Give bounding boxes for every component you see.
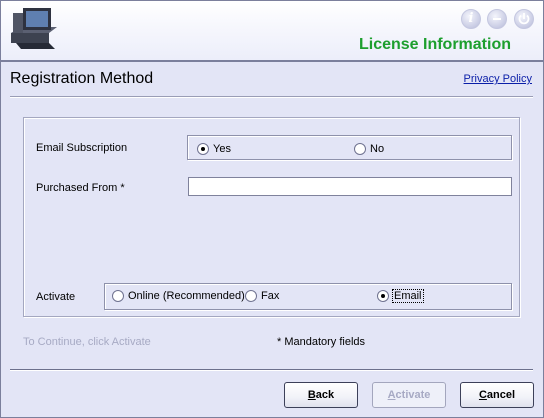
purchased-from-label: Purchased From * (36, 182, 125, 194)
dialog-header: i License Information (1, 1, 543, 60)
email-subscription-label: Email Subscription (36, 142, 128, 154)
footer-divider (10, 369, 533, 371)
radio-label: Email (392, 289, 424, 303)
activate-fax-radio[interactable]: Fax (245, 290, 279, 302)
email-subscription-no-radio[interactable]: No (354, 143, 384, 155)
power-icon[interactable] (514, 9, 534, 29)
purchased-from-input[interactable] (188, 177, 512, 196)
radio-checked-icon (197, 143, 209, 155)
cancel-button[interactable]: Cancel (460, 382, 534, 408)
radio-unchecked-icon (354, 143, 366, 155)
activate-button-mnemonic: A (387, 389, 396, 401)
activate-button-label: ctivate (395, 389, 431, 401)
activate-online-radio[interactable]: Online (Recommended) (112, 290, 245, 302)
radio-label: No (370, 143, 385, 155)
back-button-label: ack (315, 389, 335, 401)
page-title: Registration Method (10, 70, 154, 87)
mandatory-fields-note: * Mandatory fields (277, 336, 366, 348)
radio-label: Yes (213, 143, 231, 155)
cancel-button-mnemonic: C (478, 389, 487, 401)
radio-unchecked-icon (245, 290, 257, 302)
title-divider (10, 96, 533, 98)
activate-label: Activate (36, 291, 76, 303)
back-button[interactable]: Back (284, 382, 358, 408)
radio-checked-icon (377, 290, 389, 302)
radio-unchecked-icon (112, 290, 124, 302)
header-divider (1, 60, 543, 62)
radio-label: Fax (261, 290, 280, 302)
email-subscription-radio-group (187, 135, 512, 160)
radio-label: Online (Recommended) (128, 290, 245, 302)
info-icon[interactable]: i (461, 9, 481, 29)
computer-logo-icon (11, 8, 57, 49)
continue-hint: To Continue, click Activate (23, 336, 151, 348)
activate-button[interactable]: Activate (372, 382, 446, 408)
email-subscription-yes-radio[interactable]: Yes (197, 143, 231, 155)
cancel-button-label: ancel (486, 389, 516, 401)
privacy-policy-link[interactable]: Privacy Policy (464, 73, 532, 85)
back-button-mnemonic: B (307, 389, 316, 401)
app-title: License Information (358, 36, 511, 53)
minimize-icon[interactable] (487, 9, 507, 29)
activate-email-radio[interactable]: Email (377, 289, 424, 303)
